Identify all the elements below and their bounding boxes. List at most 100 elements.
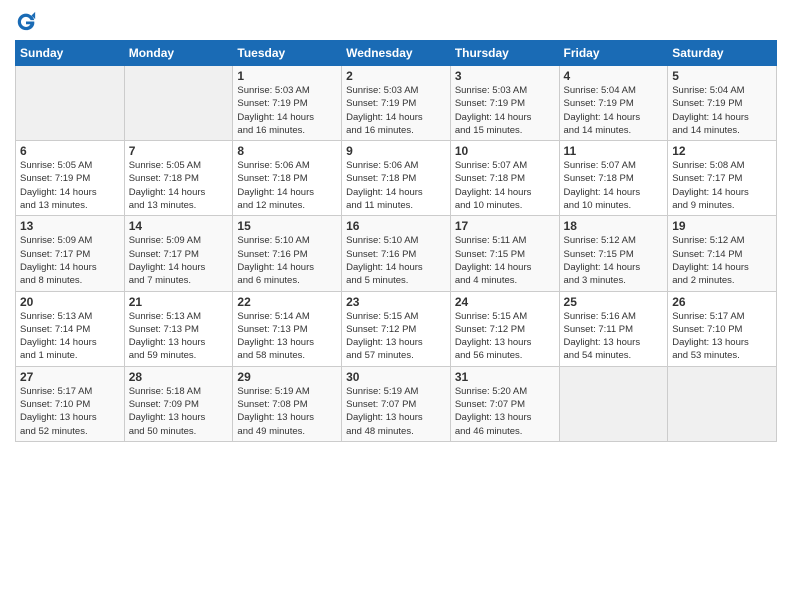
day-number: 31 [455,370,555,384]
cell-detail: Sunrise: 5:07 AM Sunset: 7:18 PM Dayligh… [564,159,664,212]
calendar-cell: 19Sunrise: 5:12 AM Sunset: 7:14 PM Dayli… [668,216,777,291]
calendar-cell: 30Sunrise: 5:19 AM Sunset: 7:07 PM Dayli… [342,366,451,441]
cell-detail: Sunrise: 5:13 AM Sunset: 7:14 PM Dayligh… [20,310,120,363]
day-number: 9 [346,144,446,158]
cell-detail: Sunrise: 5:10 AM Sunset: 7:16 PM Dayligh… [346,234,446,287]
calendar-cell: 18Sunrise: 5:12 AM Sunset: 7:15 PM Dayli… [559,216,668,291]
calendar-cell: 23Sunrise: 5:15 AM Sunset: 7:12 PM Dayli… [342,291,451,366]
calendar-body: 1Sunrise: 5:03 AM Sunset: 7:19 PM Daylig… [16,66,777,442]
calendar-cell: 24Sunrise: 5:15 AM Sunset: 7:12 PM Dayli… [450,291,559,366]
cell-detail: Sunrise: 5:10 AM Sunset: 7:16 PM Dayligh… [237,234,337,287]
calendar-cell [668,366,777,441]
day-number: 7 [129,144,229,158]
calendar-week-2: 6Sunrise: 5:05 AM Sunset: 7:19 PM Daylig… [16,141,777,216]
calendar-week-1: 1Sunrise: 5:03 AM Sunset: 7:19 PM Daylig… [16,66,777,141]
calendar-cell: 9Sunrise: 5:06 AM Sunset: 7:18 PM Daylig… [342,141,451,216]
calendar-cell: 16Sunrise: 5:10 AM Sunset: 7:16 PM Dayli… [342,216,451,291]
calendar-cell: 27Sunrise: 5:17 AM Sunset: 7:10 PM Dayli… [16,366,125,441]
day-number: 13 [20,219,120,233]
cell-detail: Sunrise: 5:15 AM Sunset: 7:12 PM Dayligh… [346,310,446,363]
calendar-table: SundayMondayTuesdayWednesdayThursdayFrid… [15,40,777,442]
day-number: 2 [346,69,446,83]
weekday-header-monday: Monday [124,41,233,66]
cell-detail: Sunrise: 5:04 AM Sunset: 7:19 PM Dayligh… [672,84,772,137]
day-number: 15 [237,219,337,233]
cell-detail: Sunrise: 5:17 AM Sunset: 7:10 PM Dayligh… [20,385,120,438]
calendar-cell: 31Sunrise: 5:20 AM Sunset: 7:07 PM Dayli… [450,366,559,441]
calendar-cell: 10Sunrise: 5:07 AM Sunset: 7:18 PM Dayli… [450,141,559,216]
cell-detail: Sunrise: 5:15 AM Sunset: 7:12 PM Dayligh… [455,310,555,363]
cell-detail: Sunrise: 5:06 AM Sunset: 7:18 PM Dayligh… [237,159,337,212]
cell-detail: Sunrise: 5:09 AM Sunset: 7:17 PM Dayligh… [20,234,120,287]
cell-detail: Sunrise: 5:03 AM Sunset: 7:19 PM Dayligh… [237,84,337,137]
calendar-cell: 20Sunrise: 5:13 AM Sunset: 7:14 PM Dayli… [16,291,125,366]
calendar-cell: 25Sunrise: 5:16 AM Sunset: 7:11 PM Dayli… [559,291,668,366]
calendar-cell: 15Sunrise: 5:10 AM Sunset: 7:16 PM Dayli… [233,216,342,291]
day-number: 19 [672,219,772,233]
weekday-header-thursday: Thursday [450,41,559,66]
calendar-cell [16,66,125,141]
cell-detail: Sunrise: 5:05 AM Sunset: 7:19 PM Dayligh… [20,159,120,212]
cell-detail: Sunrise: 5:13 AM Sunset: 7:13 PM Dayligh… [129,310,229,363]
day-number: 29 [237,370,337,384]
day-number: 21 [129,295,229,309]
day-number: 4 [564,69,664,83]
calendar-cell: 28Sunrise: 5:18 AM Sunset: 7:09 PM Dayli… [124,366,233,441]
calendar-cell: 4Sunrise: 5:04 AM Sunset: 7:19 PM Daylig… [559,66,668,141]
calendar-cell: 5Sunrise: 5:04 AM Sunset: 7:19 PM Daylig… [668,66,777,141]
calendar-cell [124,66,233,141]
day-number: 8 [237,144,337,158]
calendar-week-3: 13Sunrise: 5:09 AM Sunset: 7:17 PM Dayli… [16,216,777,291]
calendar-week-4: 20Sunrise: 5:13 AM Sunset: 7:14 PM Dayli… [16,291,777,366]
calendar-cell: 8Sunrise: 5:06 AM Sunset: 7:18 PM Daylig… [233,141,342,216]
weekday-header-tuesday: Tuesday [233,41,342,66]
logo [15,10,41,32]
cell-detail: Sunrise: 5:19 AM Sunset: 7:07 PM Dayligh… [346,385,446,438]
cell-detail: Sunrise: 5:06 AM Sunset: 7:18 PM Dayligh… [346,159,446,212]
day-number: 20 [20,295,120,309]
cell-detail: Sunrise: 5:19 AM Sunset: 7:08 PM Dayligh… [237,385,337,438]
cell-detail: Sunrise: 5:14 AM Sunset: 7:13 PM Dayligh… [237,310,337,363]
calendar-cell: 3Sunrise: 5:03 AM Sunset: 7:19 PM Daylig… [450,66,559,141]
cell-detail: Sunrise: 5:05 AM Sunset: 7:18 PM Dayligh… [129,159,229,212]
cell-detail: Sunrise: 5:16 AM Sunset: 7:11 PM Dayligh… [564,310,664,363]
day-number: 17 [455,219,555,233]
cell-detail: Sunrise: 5:11 AM Sunset: 7:15 PM Dayligh… [455,234,555,287]
day-number: 14 [129,219,229,233]
day-number: 30 [346,370,446,384]
day-number: 18 [564,219,664,233]
weekday-header-wednesday: Wednesday [342,41,451,66]
cell-detail: Sunrise: 5:17 AM Sunset: 7:10 PM Dayligh… [672,310,772,363]
cell-detail: Sunrise: 5:09 AM Sunset: 7:17 PM Dayligh… [129,234,229,287]
day-number: 26 [672,295,772,309]
calendar-cell: 11Sunrise: 5:07 AM Sunset: 7:18 PM Dayli… [559,141,668,216]
calendar-cell: 14Sunrise: 5:09 AM Sunset: 7:17 PM Dayli… [124,216,233,291]
weekday-header-friday: Friday [559,41,668,66]
day-number: 5 [672,69,772,83]
day-number: 16 [346,219,446,233]
cell-detail: Sunrise: 5:18 AM Sunset: 7:09 PM Dayligh… [129,385,229,438]
day-number: 6 [20,144,120,158]
day-number: 11 [564,144,664,158]
day-number: 23 [346,295,446,309]
calendar-cell: 6Sunrise: 5:05 AM Sunset: 7:19 PM Daylig… [16,141,125,216]
cell-detail: Sunrise: 5:08 AM Sunset: 7:17 PM Dayligh… [672,159,772,212]
calendar-header: SundayMondayTuesdayWednesdayThursdayFrid… [16,41,777,66]
day-number: 25 [564,295,664,309]
weekday-header-saturday: Saturday [668,41,777,66]
day-number: 1 [237,69,337,83]
day-number: 24 [455,295,555,309]
calendar-cell: 17Sunrise: 5:11 AM Sunset: 7:15 PM Dayli… [450,216,559,291]
calendar-cell: 21Sunrise: 5:13 AM Sunset: 7:13 PM Dayli… [124,291,233,366]
day-number: 27 [20,370,120,384]
cell-detail: Sunrise: 5:03 AM Sunset: 7:19 PM Dayligh… [346,84,446,137]
calendar-cell: 29Sunrise: 5:19 AM Sunset: 7:08 PM Dayli… [233,366,342,441]
calendar-cell [559,366,668,441]
weekday-header-sunday: Sunday [16,41,125,66]
calendar-cell: 12Sunrise: 5:08 AM Sunset: 7:17 PM Dayli… [668,141,777,216]
cell-detail: Sunrise: 5:12 AM Sunset: 7:14 PM Dayligh… [672,234,772,287]
cell-detail: Sunrise: 5:03 AM Sunset: 7:19 PM Dayligh… [455,84,555,137]
day-number: 28 [129,370,229,384]
cell-detail: Sunrise: 5:04 AM Sunset: 7:19 PM Dayligh… [564,84,664,137]
calendar-page: SundayMondayTuesdayWednesdayThursdayFrid… [0,0,792,612]
